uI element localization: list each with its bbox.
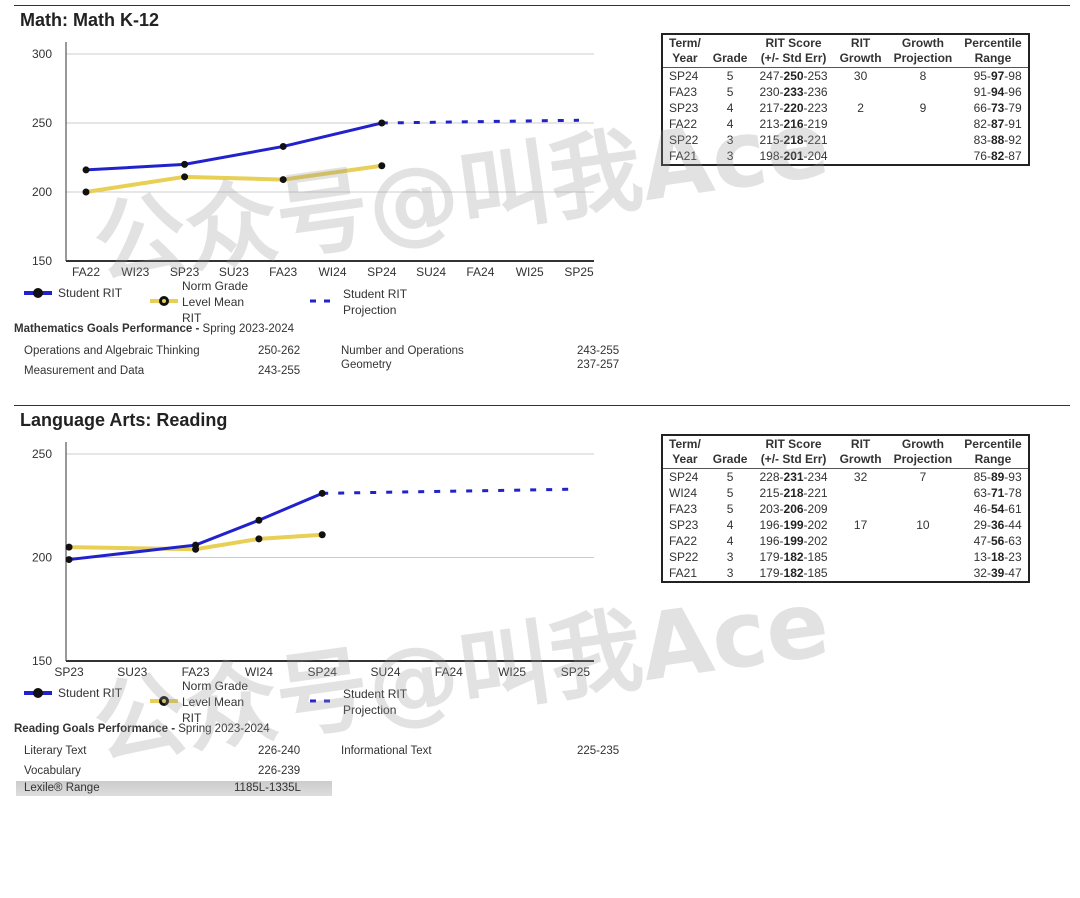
norm-point	[255, 535, 263, 543]
table-row: FA23 5 203-206-209 46-54-61	[669, 502, 1022, 516]
legend-projection-label: Student RIT Projection	[343, 287, 407, 317]
y-tick-label: 150	[32, 654, 52, 668]
column-header: RIT Score (+/- Std Err)	[753, 34, 834, 68]
column-header: Grade	[706, 34, 754, 68]
projection-legend-swatch	[310, 299, 338, 303]
goals-term: Spring 2023-2024	[202, 323, 294, 335]
column-header: RIT Growth	[833, 34, 888, 68]
goal-name: Literary Text	[24, 745, 87, 757]
column-header: Growth Projection	[887, 435, 959, 469]
goal-name: Vocabulary	[24, 765, 81, 777]
column-header: Term/Year	[662, 435, 707, 469]
goal-name: Measurement and Data	[24, 365, 145, 377]
lexile-value: 1185L-1335L	[234, 782, 301, 794]
table-row: FA22 4 196-199-202 47-56-63	[669, 534, 1022, 548]
y-tick-label: 150	[32, 254, 52, 268]
norm-point	[318, 531, 326, 539]
column-header: Percentile Range	[958, 34, 1029, 68]
student-point	[65, 556, 73, 564]
goal-range: 226-239	[258, 765, 301, 777]
x-tick-label: FA22	[72, 265, 100, 279]
table-row: SP24 5 228-231-234 32 7 85-89-93	[669, 470, 1022, 484]
table-row: WI24 5 215-218-221 63-71-78	[669, 486, 1022, 500]
column-header: Term/Year	[662, 34, 707, 68]
table-header: Term/Year Grade RIT Score (+/- Std Err) RIT G…	[662, 435, 1029, 469]
y-tick-label: 200	[32, 185, 52, 199]
goal-range: 237-257	[577, 359, 620, 371]
lexile-label: Lexile® Range	[24, 782, 100, 794]
goal-name: Geometry	[341, 359, 392, 371]
reading-rit-table: Term/Year Grade RIT Score (+/- Std Err) RIT G…	[661, 434, 1030, 583]
x-tick-label: SP24	[367, 265, 397, 279]
student-point	[318, 489, 326, 497]
lexile-range: Lexile® Range 1185L-1335L	[16, 781, 332, 796]
x-tick-label: WI25	[516, 265, 544, 279]
student-point	[255, 516, 263, 524]
column-header: Grade	[706, 435, 754, 469]
goal-name: Number and Operations	[341, 345, 464, 357]
x-tick-label: SP23	[54, 665, 84, 679]
student-point	[192, 541, 200, 549]
goal-range: 243-255	[577, 345, 620, 357]
student-legend-swatch	[24, 688, 52, 698]
map-growth-report: Math: Math K-12 150 200 250 300 FA22 WI23 SP23…	[0, 0, 1080, 898]
column-header: Growth Projection	[887, 34, 959, 68]
student-legend-swatch	[24, 288, 52, 298]
table-header: Term/Year Grade RIT Score (+/- Std Err) RIT G…	[662, 34, 1029, 68]
math-goals: Mathematics Goals Performance - Spring 2…	[14, 323, 634, 377]
x-tick-label: SP25	[564, 265, 594, 279]
y-tick-label: 200	[32, 551, 52, 565]
x-tick-label: SU24	[416, 265, 446, 279]
x-tick-label: FA24	[466, 265, 494, 279]
y-tick-label: 250	[32, 447, 52, 461]
student-point	[378, 119, 386, 127]
goal-range: 250-262	[258, 345, 301, 357]
goals-title: Mathematics Goals Performance -	[14, 323, 203, 335]
projection-series-line	[322, 487, 576, 495]
column-header: RIT Score (+/- Std Err)	[753, 435, 834, 469]
goal-range: 225-235	[577, 745, 620, 757]
column-header: RIT Growth	[833, 435, 888, 469]
goal-range: 243-255	[258, 365, 301, 377]
y-tick-label: 250	[32, 116, 52, 130]
y-tick-label: 300	[32, 47, 52, 61]
column-header: Percentile Range	[958, 435, 1029, 469]
table-row: SP23 4 196-199-202 17 10 29-36-44	[669, 518, 1022, 532]
table-row: SP24 5 247-250-253 30 8 95-97-98	[669, 69, 1022, 83]
goal-name: Operations and Algebraic Thinking	[24, 345, 200, 357]
norm-point	[65, 543, 73, 551]
